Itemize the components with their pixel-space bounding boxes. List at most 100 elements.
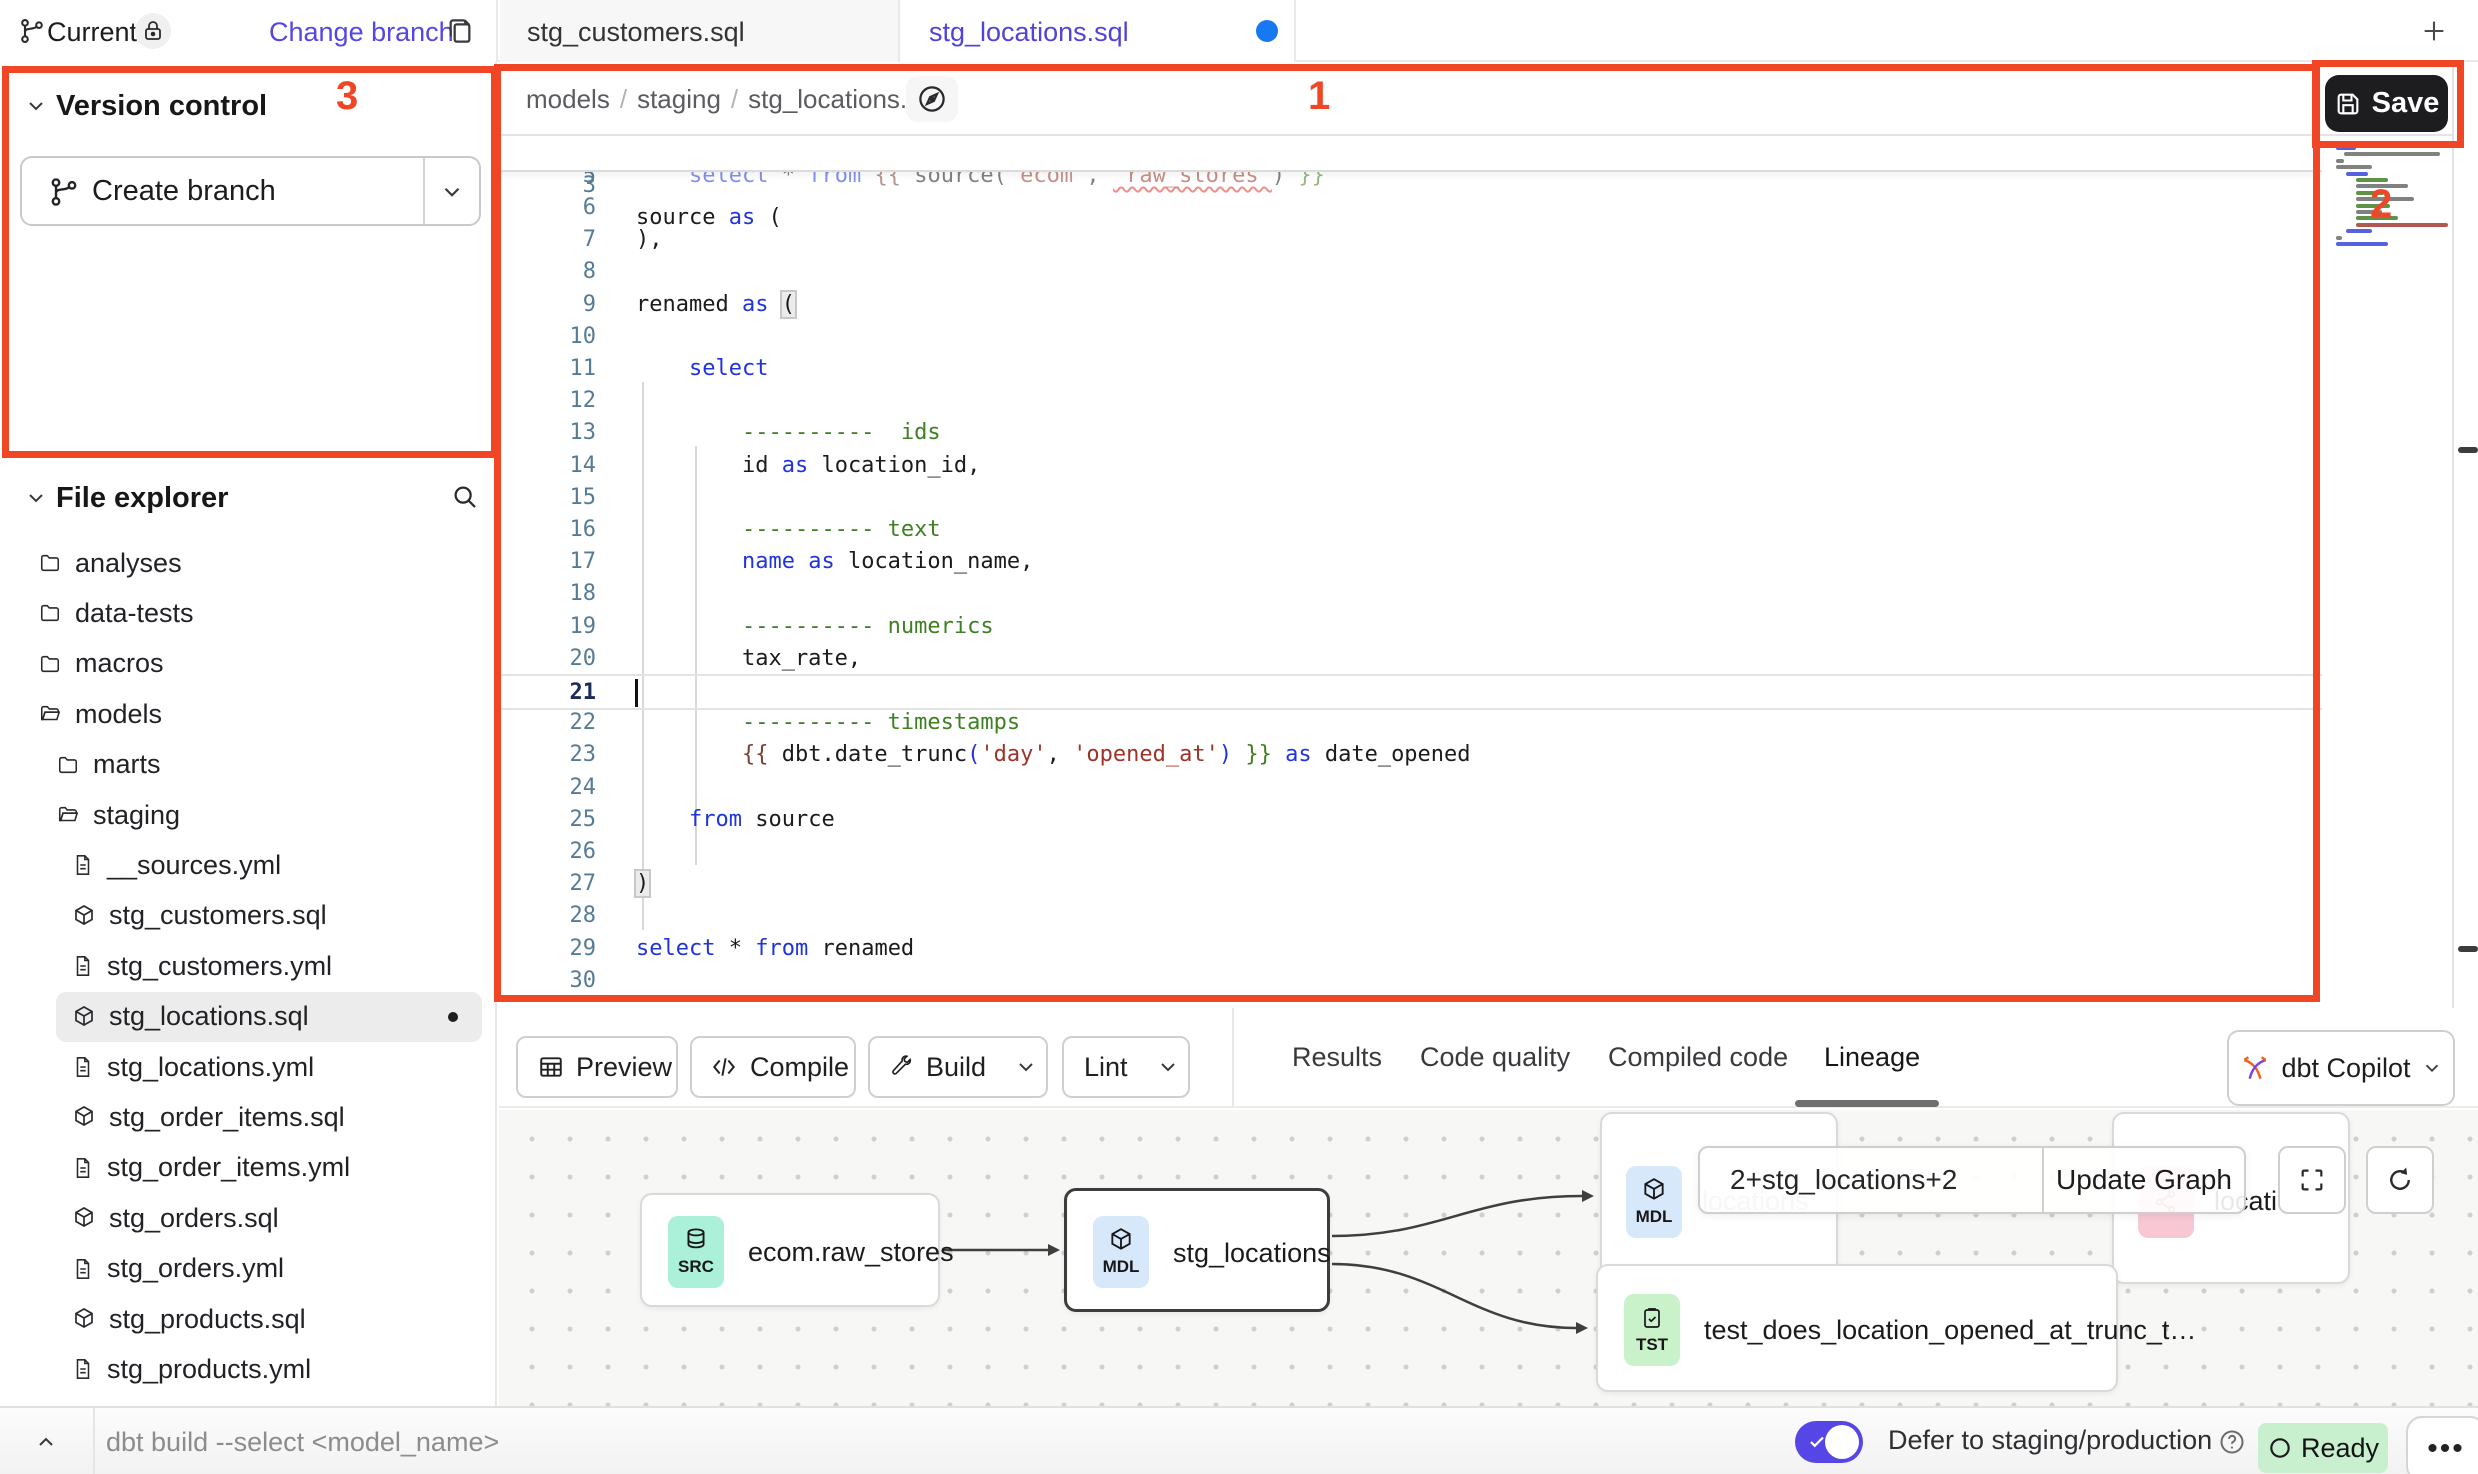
folder-icon	[38, 602, 62, 624]
cube-icon	[1108, 1227, 1134, 1253]
panel-resize-grip[interactable]	[2458, 946, 2478, 952]
build-dropdown-chevron[interactable]	[1002, 1055, 1050, 1079]
tab-stg-locations[interactable]: stg_locations.sql	[900, 0, 1296, 62]
file-item-stg_order_items.yml[interactable]: stg_order_items.yml	[8, 1143, 489, 1193]
code-line-26[interactable]: 26	[499, 835, 2322, 868]
code-line-18[interactable]: 18	[499, 577, 2322, 610]
code-line-30[interactable]: 30	[499, 964, 2322, 997]
model-icon	[72, 1206, 96, 1230]
line-number: 13	[499, 416, 596, 449]
defer-label: Defer to staging/production	[1888, 1425, 2212, 1456]
code-line-24[interactable]: 24	[499, 771, 2322, 804]
code-line-28[interactable]: 28	[499, 899, 2322, 932]
file-item-label: macros	[75, 648, 164, 679]
file-item-stg_orders.yml[interactable]: stg_orders.yml	[8, 1244, 489, 1294]
tab-code-quality[interactable]: Code quality	[1420, 1042, 1570, 1073]
lineage-panel[interactable]: MDL locations locations SRC ecom.raw_sto…	[499, 1110, 2478, 1406]
lint-split-button[interactable]: Lint	[1062, 1036, 1190, 1098]
file-item-__sources.yml[interactable]: __sources.yml	[8, 840, 489, 890]
minimap[interactable]	[2322, 138, 2452, 1008]
minimap-line	[2336, 242, 2388, 246]
model-icon	[72, 1307, 96, 1331]
file-item-marts[interactable]: marts	[8, 740, 489, 790]
tab-lineage[interactable]: Lineage	[1824, 1042, 1920, 1073]
lineage-selector-input[interactable]: 2+stg_locations+2	[1700, 1148, 2044, 1212]
file-item-stg_orders.sql[interactable]: stg_orders.sql	[8, 1193, 489, 1243]
chevron-down-icon[interactable]	[439, 179, 465, 205]
preview-button[interactable]: Preview	[516, 1036, 678, 1098]
doc-icon	[72, 853, 94, 877]
file-item-stg_customers.yml[interactable]: stg_customers.yml	[8, 941, 489, 991]
code-line-11[interactable]: 11 select	[499, 352, 2322, 385]
code-line-29[interactable]: 29select * from renamed	[499, 932, 2322, 965]
file-item-macros[interactable]: macros	[8, 639, 489, 689]
code-line-8[interactable]: 8	[499, 255, 2322, 288]
help-icon[interactable]	[2218, 1428, 2246, 1456]
file-item-stg_products.sql[interactable]: stg_products.sql	[8, 1294, 489, 1344]
code-line-14[interactable]: 14 id as location_id,	[499, 449, 2322, 482]
file-item-models[interactable]: models	[8, 689, 489, 739]
chevron-up-icon[interactable]	[32, 1430, 60, 1454]
search-icon[interactable]	[450, 482, 480, 512]
update-graph-button[interactable]: Update Graph	[2044, 1148, 2244, 1212]
current-branch-label: Current	[47, 17, 137, 48]
code-line-22[interactable]: 22 ---------- timestamps	[499, 706, 2322, 739]
code-line-9[interactable]: 9renamed as (	[499, 288, 2322, 321]
code-line-17[interactable]: 17 name as location_name,	[499, 545, 2322, 578]
status-badge-ready[interactable]: Ready	[2258, 1423, 2388, 1473]
code-line-13[interactable]: 13 ---------- ids	[499, 416, 2322, 449]
code-line-27[interactable]: 27)	[499, 867, 2322, 900]
panel-resize-grip[interactable]	[2458, 447, 2478, 453]
file-item-label: stg_products.sql	[109, 1304, 306, 1335]
lineage-node-ecom-raw-stores[interactable]: SRC ecom.raw_stores	[640, 1193, 940, 1307]
file-item-staging[interactable]: staging	[8, 790, 489, 840]
file-item-stg_customers.sql[interactable]: stg_customers.sql	[8, 891, 489, 941]
code-line-10[interactable]: 10	[499, 320, 2322, 353]
lint-dropdown-chevron[interactable]	[1144, 1055, 1192, 1079]
file-item-stg_locations.sql[interactable]: stg_locations.sql	[56, 992, 482, 1042]
branch-bar: Current Change branch	[0, 0, 498, 62]
refresh-button[interactable]	[2366, 1146, 2434, 1214]
code-line-21[interactable]: 21	[499, 674, 2322, 710]
dbt-copilot-button[interactable]: dbt Copilot	[2227, 1030, 2455, 1106]
minimap-line	[2336, 146, 2356, 150]
lineage-node-test[interactable]: TST test_does_location_opened_at_trunc_t…	[1596, 1264, 2118, 1392]
code-line-20[interactable]: 20 tax_rate,	[499, 642, 2322, 675]
tab-results[interactable]: Results	[1292, 1042, 1382, 1073]
divider	[93, 1408, 95, 1474]
change-branch-link[interactable]: Change branch	[269, 17, 454, 48]
create-branch-button[interactable]: Create branch	[20, 156, 481, 226]
file-item-data-tests[interactable]: data-tests	[8, 588, 489, 638]
chevron-down-icon[interactable]	[24, 486, 48, 510]
command-input[interactable]: dbt build --select <model_name>	[106, 1427, 499, 1458]
lineage-node-stg-locations[interactable]: MDL stg_locations	[1064, 1188, 1330, 1312]
code-line-16[interactable]: 16 ---------- text	[499, 513, 2322, 546]
compile-button[interactable]: Compile	[690, 1036, 856, 1098]
new-tab-button[interactable]	[2420, 17, 2448, 45]
file-item-analyses[interactable]: analyses	[8, 538, 489, 588]
node-label: ecom.raw_stores	[748, 1237, 954, 1268]
tab-stg-customers[interactable]: stg_customers.sql	[500, 0, 900, 62]
build-split-button[interactable]: Build	[868, 1036, 1048, 1098]
code-line-12[interactable]: 12	[499, 384, 2322, 417]
file-item-label: analyses	[75, 548, 182, 579]
code-line-15[interactable]: 15	[499, 481, 2322, 514]
copilot-compass-button[interactable]	[906, 76, 958, 122]
file-item-stg_products.yml[interactable]: stg_products.yml	[8, 1344, 489, 1394]
top-bar: Current Change branch stg_customers.sql …	[0, 0, 2478, 62]
doc-icon	[72, 1156, 94, 1180]
fullscreen-button[interactable]	[2278, 1146, 2346, 1214]
code-line-19[interactable]: 19 ---------- numerics	[499, 610, 2322, 643]
code-line-23[interactable]: 23 {{ dbt.date_trunc('day', 'opened_at')…	[499, 738, 2322, 771]
file-item-label: marts	[93, 749, 161, 780]
copy-icon[interactable]	[444, 15, 476, 47]
more-options-button[interactable]: •••	[2406, 1416, 2478, 1474]
file-item-stg_order_items.sql[interactable]: stg_order_items.sql	[8, 1092, 489, 1142]
defer-toggle[interactable]	[1795, 1421, 1863, 1463]
save-button[interactable]: Save	[2325, 75, 2448, 132]
chevron-down-icon[interactable]	[24, 94, 48, 118]
code-line-25[interactable]: 25 from source	[499, 803, 2322, 836]
file-item-stg_locations.yml[interactable]: stg_locations.yml	[8, 1042, 489, 1092]
code-pane[interactable]: 5 select * from {{ source('ecom', 'raw_s…	[499, 136, 2322, 1008]
tab-compiled-code[interactable]: Compiled code	[1608, 1042, 1788, 1073]
